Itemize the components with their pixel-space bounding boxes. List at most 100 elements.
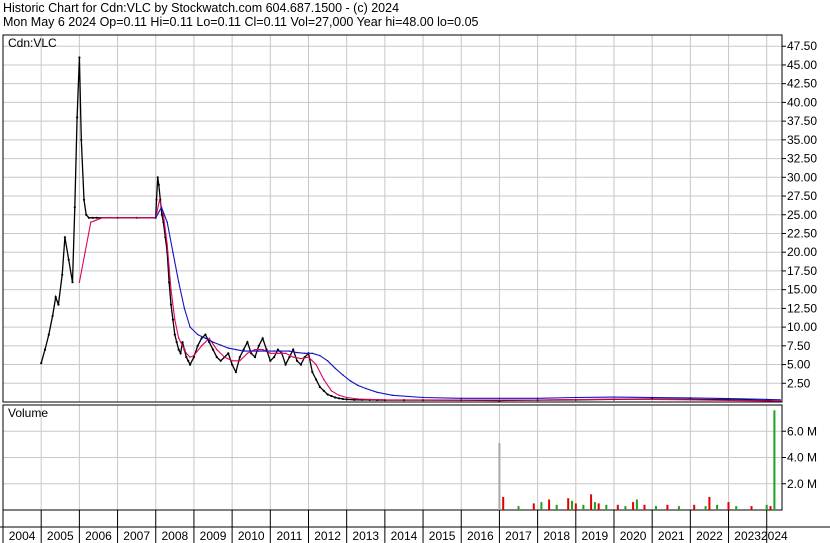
short_ma-point [779,400,781,402]
year-axis-ticks: 2004 2005 2006 2007 2008 2009 2010 2011 2012 2013… [0,510,830,543]
year-tick-label: 2004 [9,529,36,543]
price-point [322,389,325,392]
year-tick-label: 2009 [200,529,227,543]
volume-bar [502,496,505,510]
price-point [169,303,173,306]
price-point [231,363,234,366]
short_ma-point [254,348,256,351]
price-point [238,356,241,359]
price-point [82,198,86,201]
volume-bar [571,500,573,510]
price-point [157,183,160,186]
price-panel-frame [2,34,783,403]
long_ma-point [613,396,615,398]
price-point [246,341,249,344]
short_ma-point [575,398,577,401]
stock-chart: 2.50 5.00 7.50 10.00 12.50 15.00 17.50 20.00 22.… [0,34,830,543]
price-tick-label: 35.00 [787,133,817,147]
long_ma-point [460,397,462,399]
year-tick-label: 2023 [734,529,761,543]
volume-bar [735,506,738,510]
price-point [288,356,291,359]
short_ma-line [78,199,781,402]
short_ma-point [78,281,81,283]
short_ma-point [136,217,138,219]
price-point [276,348,279,351]
short_ma-point [498,399,501,401]
short_ma-point [368,398,371,401]
price-point [265,348,268,351]
short_ma-point [422,399,424,401]
price-point [292,348,295,351]
price-tick-label: 32.50 [787,152,817,166]
long_ma-point [376,391,378,393]
volume-bar [590,494,593,511]
volume-bar [616,504,619,511]
long_ma-point [250,350,252,352]
long_ma-point [311,352,313,354]
price-point [67,258,70,261]
price-point [318,385,321,389]
price-point [51,314,54,317]
volume-bar [632,502,635,510]
price-tick-label: 20.00 [787,245,817,259]
price-tick-label: 27.50 [787,189,817,203]
short_ma-point [384,399,386,401]
year-tick-label: 2021 [658,529,685,543]
long_ma-point [498,397,501,399]
short_ma-point [292,356,294,358]
price-point [76,116,79,119]
short_ma-point [174,318,176,321]
price-point [171,318,174,321]
volume-gridlines [3,405,782,510]
year-tick-label: 2012 [314,529,341,543]
short_ma-point [166,244,168,246]
volume-bar [677,506,680,510]
price-tick-label: 2.50 [787,376,811,390]
long_ma-point [342,374,344,376]
price-point [73,206,76,209]
long_ma-point [204,337,207,339]
volume-bar [597,503,600,510]
year-tick-label: 2019 [582,529,609,543]
price-point [334,396,337,399]
year-tick-label: 2007 [123,529,150,543]
long_ma-point [183,307,186,310]
long_ma-point [536,397,539,399]
price-point [155,198,158,201]
price-point [189,363,192,366]
volume-bar [555,504,558,511]
year-tick-label: 2015 [429,529,456,543]
short_ma-point [300,357,302,360]
long_ma-point [197,333,199,336]
price-tick-label: 12.50 [787,301,817,315]
price-point [95,216,98,219]
short_ma-point [246,352,249,354]
long_ma-point [727,397,730,400]
price-point [284,363,287,366]
price-point [85,213,88,216]
price-point [179,352,182,355]
price-point [175,341,178,344]
short_ma-point [346,396,348,399]
short_ma-point [181,345,184,347]
price-point [234,370,237,374]
volume-bar [727,502,730,510]
long_ma-point [349,380,352,382]
price-point [173,333,176,336]
short_ma-point [101,217,104,219]
price-point [204,333,207,336]
short_ma-point [613,398,615,400]
price-point [315,378,318,381]
long_ma-point [227,347,229,349]
volume-tick-label: 2.0 M [787,477,817,491]
price-point [40,362,43,365]
long_ma-point [365,387,367,390]
price-point [185,356,188,359]
price-point [200,337,203,340]
volume-bars [498,410,776,511]
long_ma-point [258,350,260,352]
price-tick-label: 10.00 [787,320,817,334]
price-tick-label: 17.50 [787,264,817,278]
volume-bar [624,506,627,510]
